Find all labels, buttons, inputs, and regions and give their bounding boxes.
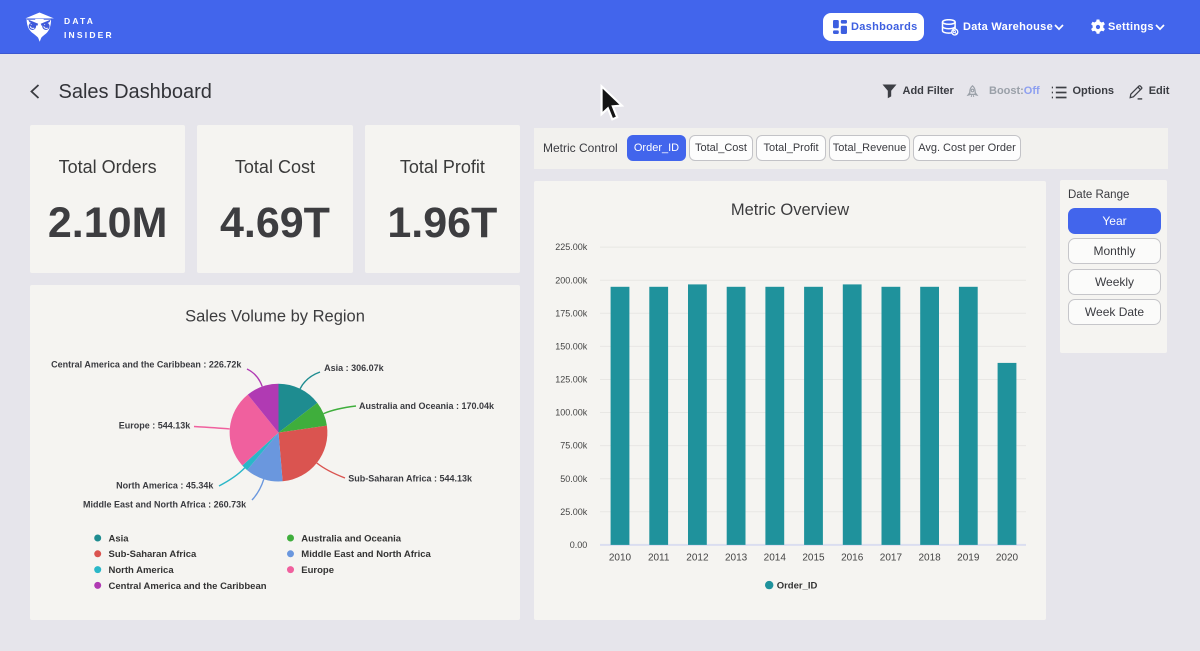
svg-text:2016: 2016: [841, 552, 864, 563]
svg-text:2011: 2011: [648, 552, 670, 563]
svg-text:Sales Volume by Region: Sales Volume by Region: [185, 308, 365, 326]
svg-text:Asia: Asia: [109, 533, 130, 544]
svg-text:175.00k: 175.00k: [555, 308, 588, 318]
svg-text:2015: 2015: [802, 552, 825, 563]
svg-text:150.00k: 150.00k: [555, 341, 588, 351]
svg-text:Australia and Oceania : 170.04: Australia and Oceania : 170.04k: [359, 401, 495, 411]
svg-text:Central America and the Caribb: Central America and the Caribbean: [109, 581, 267, 592]
svg-text:Order_ID: Order_ID: [777, 580, 818, 591]
svg-text:2019: 2019: [957, 552, 980, 563]
svg-text:Central America and the Caribb: Central America and the Caribbean : 226.…: [51, 360, 242, 370]
svg-text:125.00k: 125.00k: [555, 374, 588, 384]
svg-text:2017: 2017: [880, 552, 903, 563]
svg-text:2018: 2018: [918, 552, 941, 563]
svg-text:North America : 45.34k: North America : 45.34k: [116, 481, 214, 491]
svg-text:50.00k: 50.00k: [560, 473, 588, 483]
svg-text:100.00k: 100.00k: [555, 407, 588, 417]
svg-text:Metric Overview: Metric Overview: [731, 201, 849, 219]
svg-text:Sub-Saharan Africa : 544.13k: Sub-Saharan Africa : 544.13k: [348, 474, 473, 484]
svg-text:North America: North America: [109, 565, 175, 576]
svg-text:Middle East and North Africa :: Middle East and North Africa : 260.73k: [83, 500, 247, 510]
svg-text:2010: 2010: [609, 552, 632, 563]
svg-text:Middle East and North Africa: Middle East and North Africa: [301, 549, 431, 560]
svg-text:Asia : 306.07k: Asia : 306.07k: [324, 363, 385, 373]
svg-text:Australia and Oceania: Australia and Oceania: [301, 533, 402, 544]
svg-text:2014: 2014: [764, 552, 787, 563]
svg-text:25.00k: 25.00k: [560, 506, 588, 516]
svg-text:225.00k: 225.00k: [555, 242, 588, 252]
svg-text:200.00k: 200.00k: [555, 275, 588, 285]
svg-text:Sub-Saharan Africa: Sub-Saharan Africa: [109, 549, 198, 560]
svg-text:75.00k: 75.00k: [560, 440, 588, 450]
svg-text:0.00: 0.00: [570, 540, 588, 550]
svg-text:2020: 2020: [996, 552, 1019, 563]
svg-text:2012: 2012: [686, 552, 709, 563]
svg-text:2013: 2013: [725, 552, 748, 563]
svg-text:Europe: Europe: [301, 565, 334, 576]
svg-text:Europe : 544.13k: Europe : 544.13k: [119, 421, 192, 431]
